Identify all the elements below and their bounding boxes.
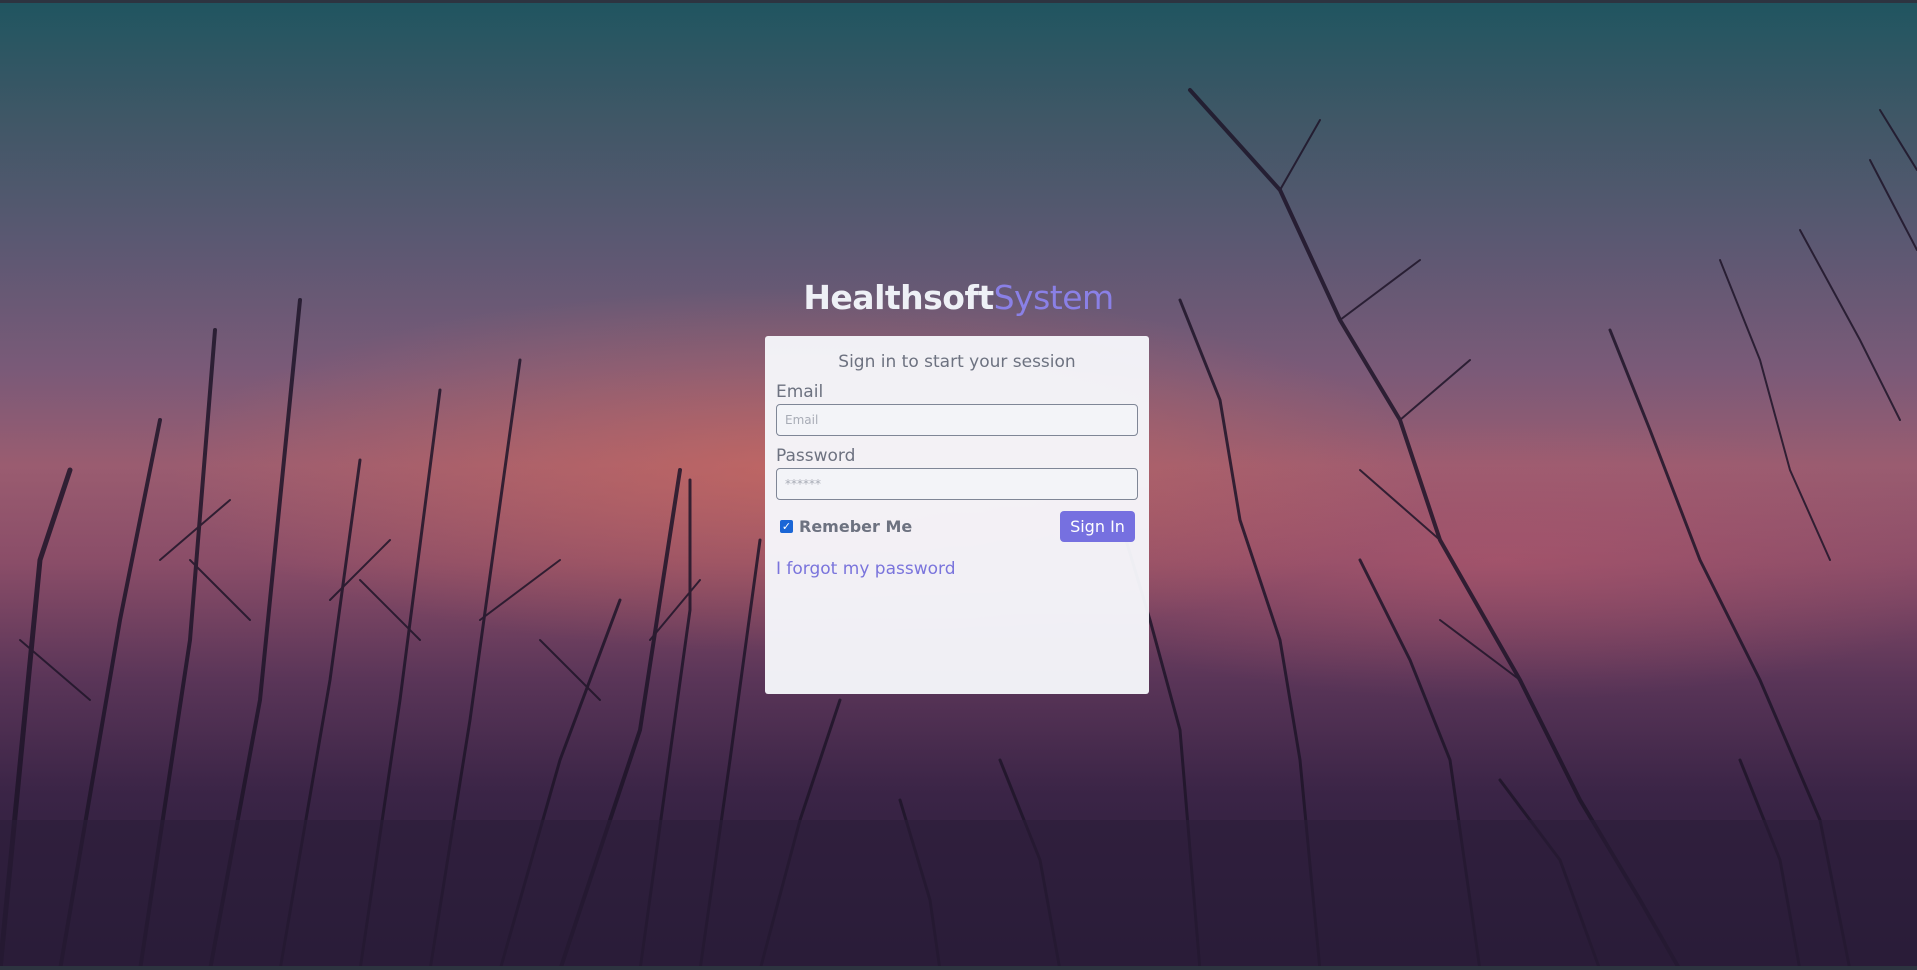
email-label: Email bbox=[776, 382, 824, 402]
bottom-edge-bar bbox=[0, 966, 1917, 970]
password-label: Password bbox=[776, 446, 856, 466]
remember-me[interactable]: ✓ Remeber Me bbox=[780, 517, 912, 536]
logo-suffix: System bbox=[993, 278, 1115, 317]
top-edge-bar bbox=[0, 0, 1917, 3]
remember-me-label[interactable]: Remeber Me bbox=[799, 517, 912, 536]
remember-me-checkbox[interactable]: ✓ bbox=[780, 520, 793, 533]
email-field[interactable] bbox=[776, 404, 1138, 436]
password-field[interactable] bbox=[776, 468, 1138, 500]
app-logo: HealthsoftSystem bbox=[0, 278, 1917, 317]
login-actions-row: ✓ Remeber Me Sign In bbox=[776, 511, 1138, 543]
login-message: Sign in to start your session bbox=[838, 352, 1076, 372]
logo-brand: Healthsoft bbox=[803, 278, 994, 317]
login-card: Sign in to start your session Email Pass… bbox=[765, 336, 1149, 694]
forgot-password-link[interactable]: I forgot my password bbox=[776, 559, 1138, 579]
sign-in-button[interactable]: Sign In bbox=[1060, 511, 1135, 542]
